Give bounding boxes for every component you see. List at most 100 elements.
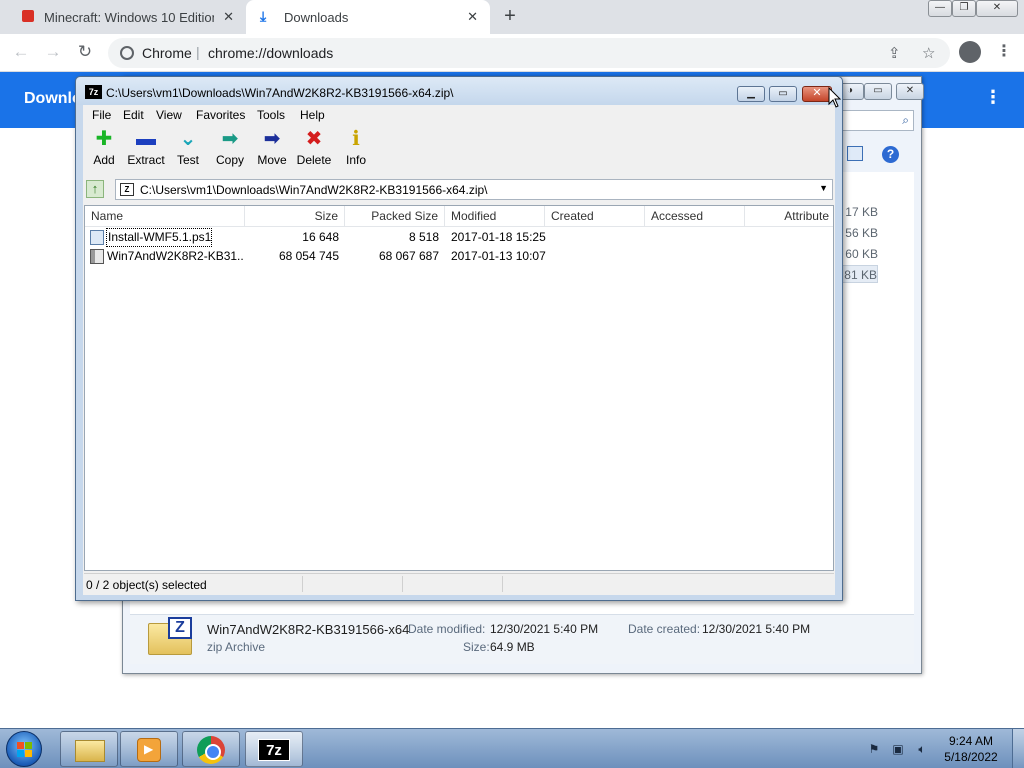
network-icon[interactable]: ▣ xyxy=(890,741,906,757)
sevenzip-address-bar[interactable]: Z C:\Users\vm1\Downloads\Win7AndW2K8R2-K… xyxy=(115,179,833,200)
column-header-size[interactable]: Size xyxy=(245,206,345,227)
taskbar: 7z ⚑ ▣ 🔈︎ 9:24 AM 5/18/2022 xyxy=(0,728,1024,768)
omnibox-url: chrome://downloads xyxy=(208,45,334,61)
folder-up-icon[interactable]: ↑ xyxy=(86,180,104,198)
taskbar-chrome-button[interactable] xyxy=(182,731,240,767)
status-text: 0 / 2 object(s) selected xyxy=(86,578,207,592)
explorer-close-button[interactable]: ✕ xyxy=(896,83,924,100)
file-name: Win7AndW2K8R2-KB31... xyxy=(107,249,243,263)
sevenzip-app-icon: 7z xyxy=(85,85,102,99)
tab-title: Minecraft: Windows 10 Edition Fr xyxy=(44,9,214,25)
sevenzip-titlebar[interactable]: 7z C:\Users\vm1\Downloads\Win7AndW2K8R2-… xyxy=(76,77,842,105)
forward-button[interactable]: → xyxy=(42,41,64,63)
sevenzip-column-headers: Name Size Packed Size Modified Created A… xyxy=(85,206,833,227)
downloads-menu-icon[interactable]: ⋮ xyxy=(984,87,1002,108)
taskbar-7zip-button[interactable]: 7z xyxy=(245,731,303,767)
column-header-packed-size[interactable]: Packed Size xyxy=(345,206,445,227)
show-desktop-button[interactable] xyxy=(1012,729,1024,768)
file-modified: 2017-01-13 10:07 xyxy=(451,249,546,263)
table-row[interactable]: Win7AndW2K8R2-KB31... 68 054 745 68 067 … xyxy=(85,247,833,266)
back-button[interactable]: ← xyxy=(10,41,32,63)
menu-file[interactable]: File xyxy=(92,108,111,122)
details-modified-value: 12/30/2021 5:40 PM xyxy=(490,622,599,636)
start-button[interactable] xyxy=(6,731,42,767)
zip-archive-icon: Z xyxy=(148,617,194,657)
volume-icon[interactable]: 🔈︎ xyxy=(914,741,930,757)
menu-favorites[interactable]: Favorites xyxy=(196,108,245,122)
file-size: 56 KB xyxy=(845,226,878,240)
taskbar-media-player-button[interactable] xyxy=(120,731,178,767)
sevenzip-icon: 7z xyxy=(258,739,290,761)
details-filename: Win7AndW2K8R2-KB3191566-x64 xyxy=(207,622,410,637)
action-center-flag-icon[interactable]: ⚑ xyxy=(866,741,882,757)
column-header-name[interactable]: Name xyxy=(85,206,245,227)
add-label: Add xyxy=(93,153,115,167)
column-header-created[interactable]: Created xyxy=(545,206,645,227)
share-icon[interactable]: ⇪ xyxy=(888,44,901,62)
file-name: Install-WMF5.1.ps1 xyxy=(106,228,212,247)
reload-button[interactable]: ↻ xyxy=(74,41,96,63)
info-button[interactable]: ℹ Info xyxy=(332,128,380,172)
address-bar[interactable]: Chrome | chrome://downloads ⇪ ☆ xyxy=(108,38,950,68)
menu-tools[interactable]: Tools xyxy=(257,108,285,122)
chrome-icon xyxy=(197,736,225,764)
extract-label: Extract xyxy=(127,153,165,167)
column-header-attributes[interactable]: Attribute xyxy=(745,206,833,227)
new-tab-button[interactable]: + xyxy=(500,5,520,27)
chrome-menu-icon[interactable]: ⋮ xyxy=(996,41,1012,61)
file-packed-size: 8 518 xyxy=(408,230,439,244)
extract-button[interactable]: ▬ Extract xyxy=(122,128,170,172)
add-button[interactable]: ✚ Add xyxy=(80,128,128,172)
file-size[interactable]: 81 KB xyxy=(840,265,878,283)
explorer-search-input[interactable]: ⌕ xyxy=(840,110,914,131)
taskbar-clock[interactable]: 9:24 AM 5/18/2022 xyxy=(940,733,1002,765)
sevenzip-title: C:\Users\vm1\Downloads\Win7AndW2K8R2-KB3… xyxy=(106,86,454,100)
sevenzip-toolbar: ✚ Add ▬ Extract ⌄ Test ➡ Copy ➡ Move ✖ D… xyxy=(83,125,835,175)
sevenzip-maximize-button[interactable]: ▭ xyxy=(769,86,797,102)
move-button[interactable]: ➡ Move xyxy=(248,128,296,172)
sevenzip-window: 7z C:\Users\vm1\Downloads\Win7AndW2K8R2-… xyxy=(75,76,843,601)
help-icon[interactable]: ? xyxy=(882,146,899,163)
minimize-button[interactable]: — xyxy=(928,0,952,17)
sevenzip-address-row: ↑ Z C:\Users\vm1\Downloads\Win7AndW2K8R2… xyxy=(83,177,835,201)
taskbar-explorer-button[interactable] xyxy=(60,731,118,767)
add-icon: ✚ xyxy=(95,128,113,150)
menu-view[interactable]: View xyxy=(156,108,182,122)
status-divider xyxy=(402,576,403,592)
download-icon: ⤓ xyxy=(260,8,267,24)
status-divider xyxy=(502,576,503,592)
mouse-cursor-icon xyxy=(828,87,842,108)
restore-button[interactable]: ❐ xyxy=(952,0,976,17)
menu-help[interactable]: Help xyxy=(300,108,325,122)
copy-button[interactable]: ➡ Copy xyxy=(206,128,254,172)
details-size-label: Size: xyxy=(463,640,490,654)
move-arrow-icon: ➡ xyxy=(263,128,281,150)
file-size: 68 054 745 xyxy=(278,249,339,263)
delete-button[interactable]: ✖ Delete xyxy=(290,128,338,172)
sevenzip-statusbar: 0 / 2 object(s) selected xyxy=(84,573,834,593)
clock-date: 5/18/2022 xyxy=(944,750,998,764)
close-window-button[interactable]: ✕ xyxy=(976,0,1018,17)
preview-pane-icon[interactable] xyxy=(847,146,863,161)
chevron-down-icon[interactable]: ▼ xyxy=(819,183,828,193)
test-button[interactable]: ⌄ Test xyxy=(164,128,212,172)
close-tab-icon[interactable]: ✕ xyxy=(223,9,234,25)
menu-edit[interactable]: Edit xyxy=(123,108,144,122)
test-icon: ⌄ xyxy=(179,128,197,150)
copy-label: Copy xyxy=(215,153,244,167)
profile-avatar[interactable] xyxy=(959,41,981,63)
folder-icon xyxy=(75,740,105,762)
info-label: Info xyxy=(345,153,366,167)
file-size: 17 KB xyxy=(845,205,878,219)
details-type: zip Archive xyxy=(207,640,266,654)
tab-downloads[interactable]: ⤓ Downloads ✕ xyxy=(246,0,490,34)
column-header-modified[interactable]: Modified xyxy=(445,206,545,227)
table-row[interactable]: Install-WMF5.1.ps1 16 648 8 518 2017-01-… xyxy=(85,228,833,247)
delete-x-icon: ✖ xyxy=(305,128,323,150)
tab-minecraft[interactable]: Minecraft: Windows 10 Edition Fr ✕ xyxy=(6,0,246,34)
explorer-restore-button[interactable]: ▭ xyxy=(864,83,892,100)
bookmark-star-icon[interactable]: ☆ xyxy=(922,44,935,62)
close-tab-icon[interactable]: ✕ xyxy=(467,9,478,25)
column-header-accessed[interactable]: Accessed xyxy=(645,206,745,227)
sevenzip-minimize-button[interactable]: ▁ xyxy=(737,86,765,102)
